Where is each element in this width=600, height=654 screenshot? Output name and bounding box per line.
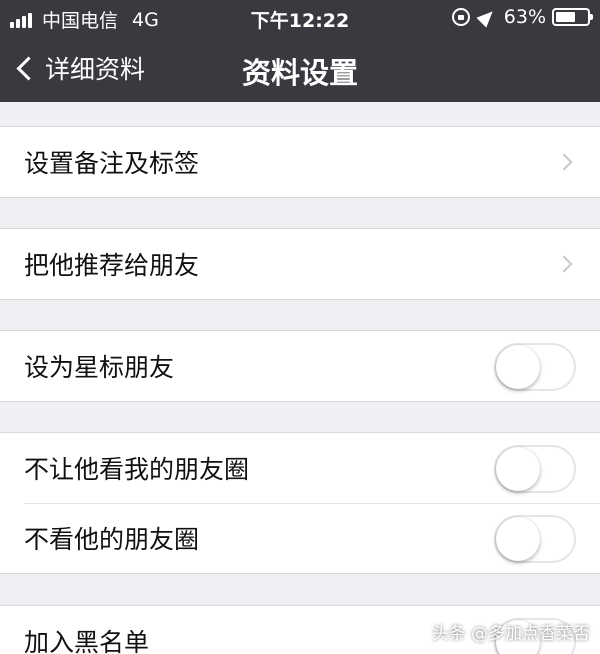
status-bar: 中国电信 4G 下午12:22 63% <box>0 0 600 34</box>
row-remark-tags[interactable]: 设置备注及标签 <box>0 127 600 197</box>
toggle-knob <box>496 447 540 491</box>
header: 中国电信 4G 下午12:22 63% 详细资料 资料设置 <box>0 0 600 102</box>
row-hide-his-moments: 不看他的朋友圈 <box>0 503 600 573</box>
toggle-knob <box>496 517 540 561</box>
row-label: 不看他的朋友圈 <box>24 525 200 554</box>
star-friend-toggle[interactable] <box>494 343 576 391</box>
row-label: 设置备注及标签 <box>24 149 200 178</box>
toggle-knob <box>496 345 540 389</box>
group-remark: 设置备注及标签 <box>0 126 600 198</box>
row-hide-my-moments: 不让他看我的朋友圈 <box>0 433 600 503</box>
status-right: 63% <box>451 6 593 28</box>
row-recommend[interactable]: 把他推荐给朋友 <box>0 229 600 299</box>
watermark: 头条 @多加点香菜否 <box>431 624 590 644</box>
page-title: 资料设置 <box>241 56 358 90</box>
battery-percent: 63% <box>503 6 546 28</box>
row-label: 加入黑名单 <box>24 628 150 654</box>
rotation-lock-icon <box>451 8 470 26</box>
hide-his-moments-toggle[interactable] <box>494 515 576 563</box>
row-label: 把他推荐给朋友 <box>24 251 200 280</box>
row-label: 不让他看我的朋友圈 <box>24 455 250 484</box>
row-star-friend: 设为星标朋友 <box>0 331 600 401</box>
chevron-right-icon <box>555 255 573 273</box>
battery-icon <box>552 8 593 26</box>
group-moments: 不让他看我的朋友圈 不看他的朋友圈 <box>0 432 600 574</box>
chevron-right-icon <box>555 153 573 171</box>
group-star: 设为星标朋友 <box>0 330 600 402</box>
row-label: 设为星标朋友 <box>24 353 175 382</box>
group-recommend: 把他推荐给朋友 <box>0 228 600 300</box>
battery-fill <box>556 12 575 22</box>
location-arrow-icon <box>476 6 498 28</box>
hide-my-moments-toggle[interactable] <box>494 445 576 493</box>
